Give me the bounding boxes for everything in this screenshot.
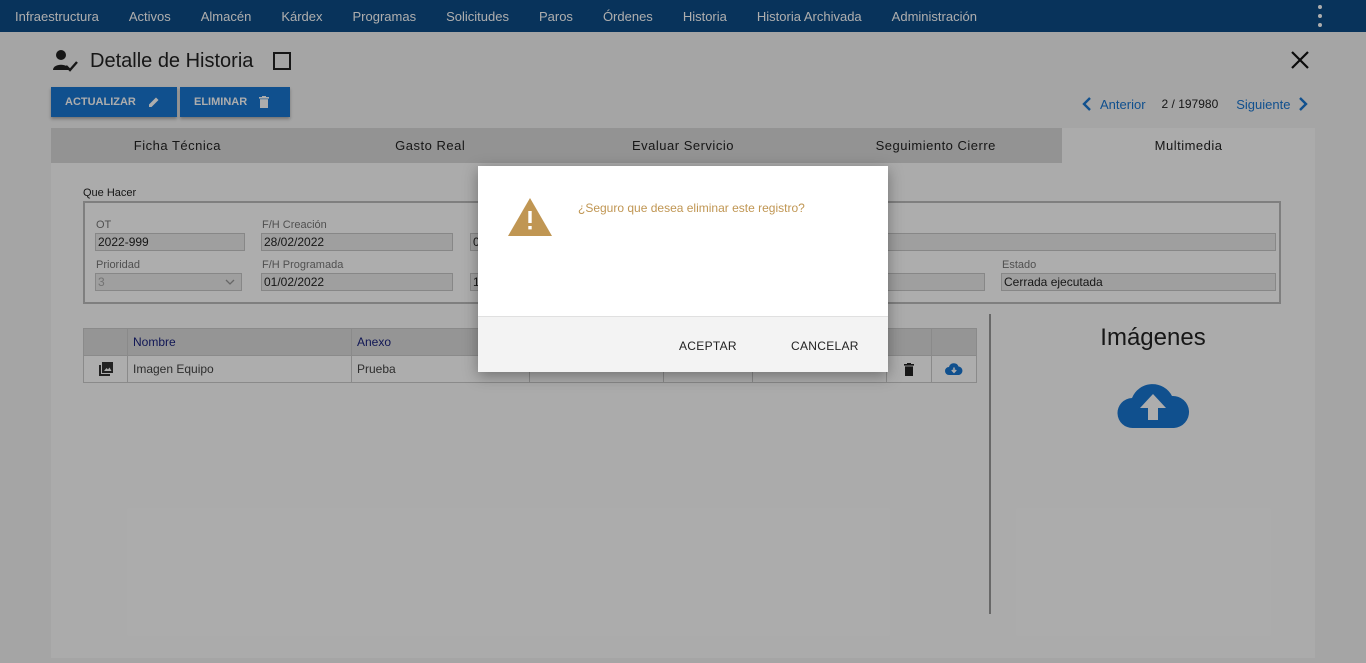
warning-icon xyxy=(508,198,552,236)
confirm-delete-dialog: ¿Seguro que desea eliminar este registro… xyxy=(478,166,888,372)
accept-button[interactable]: ACEPTAR xyxy=(679,339,737,353)
dialog-message: ¿Seguro que desea eliminar este registro… xyxy=(578,201,805,215)
cancel-button[interactable]: CANCELAR xyxy=(791,339,859,353)
dialog-footer: ACEPTAR CANCELAR xyxy=(478,316,888,372)
